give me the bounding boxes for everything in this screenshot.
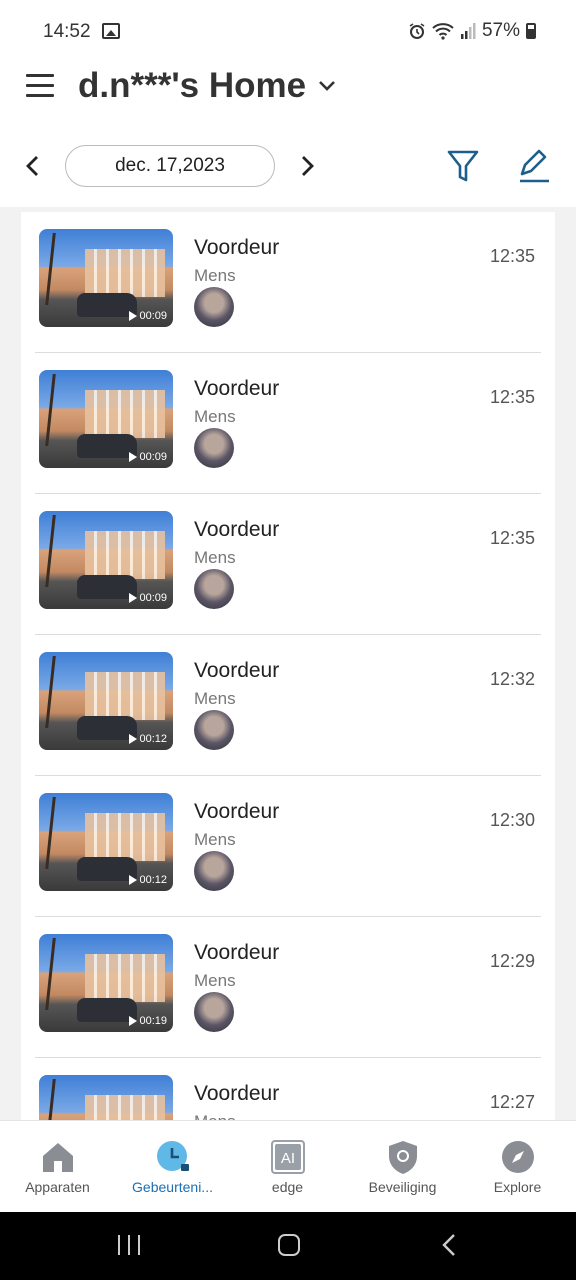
event-thumbnail[interactable]: [39, 1075, 173, 1120]
status-icons: 57%: [408, 20, 536, 42]
wifi-icon: [432, 23, 454, 40]
home-icon[interactable]: [278, 1234, 300, 1256]
event-type: Mens: [194, 407, 236, 426]
face-avatar: [194, 428, 234, 468]
clock-icon: [156, 1141, 189, 1171]
event-item[interactable]: 00:12 Voordeur Mens 12:30: [21, 776, 555, 917]
face-avatar: [194, 287, 234, 327]
event-type: Mens: [194, 689, 236, 708]
event-time: 12:27: [489, 1092, 535, 1112]
filter-icon[interactable]: [446, 148, 480, 184]
face-avatar: [194, 710, 234, 750]
chevron-left-icon[interactable]: [22, 151, 44, 181]
event-time: 12:29: [489, 951, 535, 971]
event-time: 12:35: [489, 387, 535, 407]
event-type: Mens: [194, 548, 236, 567]
event-item[interactable]: 00:09 Voordeur Mens 12:35: [21, 494, 555, 635]
event-list: 00:09 Voordeur Mens 12:35 00:09 Voordeur…: [21, 212, 555, 1120]
status-bar: 14:52 57%: [0, 0, 576, 62]
event-title: Voordeur: [194, 1082, 280, 1105]
bottom-nav: Apparaten Gebeurteni... AI edge Beveilig…: [0, 1120, 576, 1212]
home-title[interactable]: d.n***'s Home: [78, 66, 306, 106]
play-icon: [129, 452, 138, 462]
battery-text: 57%: [481, 20, 520, 41]
event-type: Mens: [194, 830, 236, 849]
event-thumbnail[interactable]: 00:19: [39, 934, 173, 1032]
image-icon: [102, 23, 120, 39]
face-avatar: [194, 851, 234, 891]
video-duration: 00:12: [129, 874, 167, 886]
play-icon: [129, 311, 138, 321]
event-item[interactable]: Voordeur Mens 12:27: [21, 1058, 555, 1120]
video-duration: 00:12: [129, 733, 167, 745]
chevron-right-icon[interactable]: [296, 151, 318, 181]
event-time: 12:35: [489, 528, 535, 548]
svg-text:AI: AI: [280, 1150, 294, 1167]
nav-edge[interactable]: AI edge: [230, 1139, 345, 1195]
recent-apps-icon[interactable]: [118, 1235, 140, 1255]
event-item[interactable]: 00:09 Voordeur Mens 12:35: [21, 212, 555, 353]
event-title: Voordeur: [194, 377, 280, 400]
nav-label: Gebeurteni...: [132, 1179, 213, 1195]
event-time: 12:30: [489, 810, 535, 830]
nav-label: Apparaten: [25, 1179, 90, 1195]
event-thumbnail[interactable]: 00:09: [39, 511, 173, 609]
event-item[interactable]: 00:19 Voordeur Mens 12:29: [21, 917, 555, 1058]
face-avatar: [194, 992, 234, 1032]
play-icon: [129, 593, 138, 603]
nav-label: edge: [271, 1179, 304, 1195]
event-title: Voordeur: [194, 800, 280, 823]
event-time: 12:32: [489, 669, 535, 689]
back-icon[interactable]: [440, 1232, 460, 1258]
event-type: Mens: [194, 1112, 236, 1120]
video-duration: 00:09: [129, 310, 167, 322]
shield-icon: [388, 1141, 417, 1174]
edit-icon[interactable]: [516, 148, 552, 184]
status-time: 14:52: [43, 21, 91, 42]
nav-label: Explore: [493, 1179, 542, 1195]
event-title: Voordeur: [194, 659, 280, 682]
system-nav-bar: [0, 1212, 576, 1280]
nav-explore[interactable]: Explore: [460, 1139, 575, 1195]
event-item[interactable]: 00:12 Voordeur Mens 12:32: [21, 635, 555, 776]
event-type: Mens: [194, 971, 236, 990]
event-time: 12:35: [489, 246, 535, 266]
play-icon: [129, 734, 138, 744]
nav-label: Beveiliging: [368, 1179, 437, 1195]
menu-icon[interactable]: [26, 74, 54, 98]
date-picker-button[interactable]: dec. 17,2023: [65, 145, 275, 187]
video-duration: 00:19: [129, 1015, 167, 1027]
event-thumbnail[interactable]: 00:12: [39, 652, 173, 750]
event-item[interactable]: 00:09 Voordeur Mens 12:35: [21, 353, 555, 494]
battery-icon: [526, 23, 536, 39]
video-duration: 00:09: [129, 592, 167, 604]
event-thumbnail[interactable]: 00:12: [39, 793, 173, 891]
event-type: Mens: [194, 266, 236, 285]
nav-apparaten[interactable]: Apparaten: [0, 1139, 115, 1195]
ai-icon: AI: [270, 1140, 305, 1174]
event-title: Voordeur: [194, 518, 280, 541]
event-title: Voordeur: [194, 941, 280, 964]
event-title: Voordeur: [194, 236, 280, 259]
play-icon: [129, 1016, 138, 1026]
signal-icon: [460, 23, 476, 39]
face-avatar: [194, 569, 234, 609]
alarm-icon: [409, 23, 425, 39]
chevron-down-icon[interactable]: [317, 76, 337, 96]
play-icon: [129, 875, 138, 885]
event-thumbnail[interactable]: 00:09: [39, 229, 173, 327]
video-duration: 00:09: [129, 451, 167, 463]
compass-icon: [501, 1141, 534, 1173]
house-icon: [42, 1143, 73, 1172]
event-thumbnail[interactable]: 00:09: [39, 370, 173, 468]
date-selector-row: dec. 17,2023: [0, 145, 576, 187]
header: d.n***'s Home dec. 17,2023: [0, 62, 576, 207]
nav-gebeurtenissen[interactable]: Gebeurteni...: [115, 1139, 230, 1195]
nav-beveiliging[interactable]: Beveiliging: [345, 1139, 460, 1195]
